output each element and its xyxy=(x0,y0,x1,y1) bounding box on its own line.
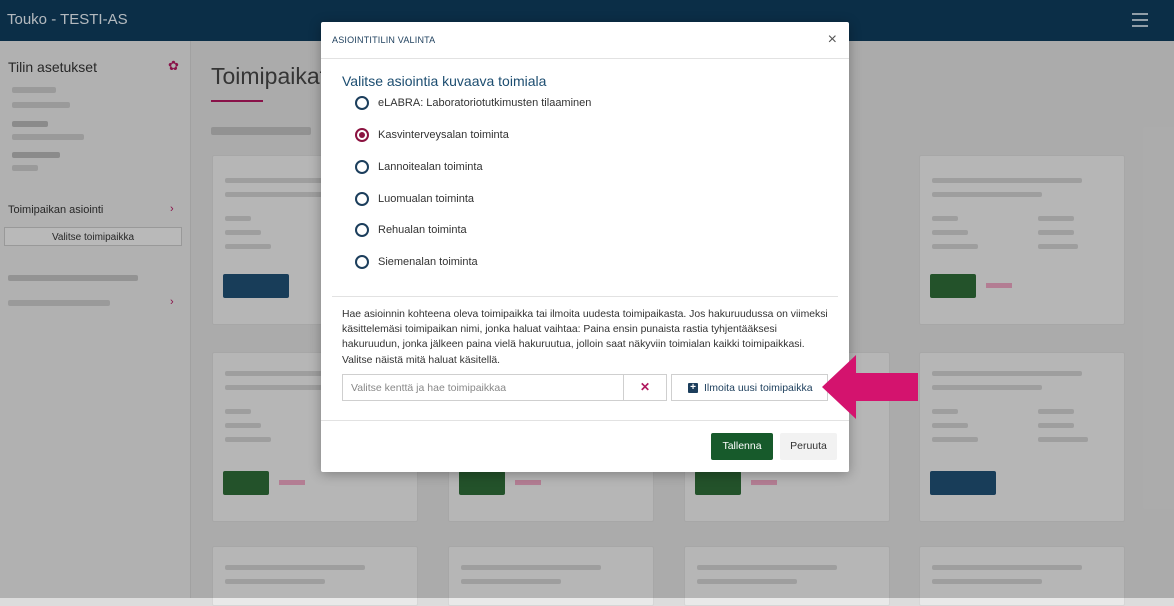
radio-button[interactable] xyxy=(355,96,369,110)
save-button[interactable]: Tallenna xyxy=(711,433,773,460)
radio-label: Kasvinterveysalan toiminta xyxy=(378,129,509,141)
radio-label: eLABRA: Laboratoriotutkimusten tilaamine… xyxy=(378,97,592,109)
radio-button[interactable] xyxy=(355,255,369,269)
divider xyxy=(332,296,838,297)
plus-square-icon: + xyxy=(688,383,698,393)
radio-button[interactable] xyxy=(355,160,369,174)
radio-label: Lannoitealan toiminta xyxy=(378,161,483,173)
footer-divider xyxy=(321,420,849,421)
location-search-input[interactable] xyxy=(342,374,624,401)
radio-label: Luomualan toiminta xyxy=(378,193,475,205)
new-location-button[interactable]: + Ilmoita uusi toimipaikka xyxy=(671,374,828,401)
radio-button-selected[interactable] xyxy=(355,128,369,142)
radio-label: Siemenalan toiminta xyxy=(378,256,478,268)
radio-label: Rehualan toiminta xyxy=(378,224,467,236)
new-location-label: Ilmoita uusi toimipaikka xyxy=(704,382,813,394)
radio-button[interactable] xyxy=(355,223,369,237)
section-title: Valitse asiointia kuvaava toimiala xyxy=(342,73,547,89)
radio-button[interactable] xyxy=(355,192,369,206)
dialog-title: ASIOINTITILIN VALINTA xyxy=(332,35,436,45)
close-icon[interactable]: × xyxy=(828,31,837,49)
location-selection-dialog: ASIOINTITILIN VALINTA × Valitse asiointi… xyxy=(321,22,849,472)
annotation-arrow-icon xyxy=(822,355,918,419)
help-text: Hae asioinnin kohteena oleva toimipaikka… xyxy=(342,309,828,366)
clear-x-icon: ✕ xyxy=(639,380,651,394)
dialog-header: ASIOINTITILIN VALINTA × xyxy=(321,22,849,59)
cancel-button[interactable]: Peruuta xyxy=(780,433,837,460)
clear-search-button[interactable]: ✕ xyxy=(623,374,667,401)
